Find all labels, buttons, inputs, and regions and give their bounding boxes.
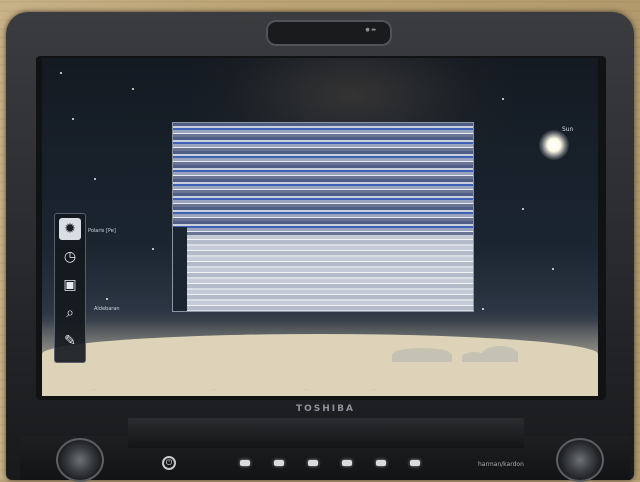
- status-text: …: [212, 386, 216, 391]
- star: [60, 72, 62, 74]
- star: [482, 308, 484, 310]
- sky-toolbar[interactable]: ✹ ◷ ▣ ⌕ ✎: [54, 213, 86, 363]
- star: [132, 88, 134, 90]
- star: [106, 298, 108, 300]
- media-button[interactable]: [410, 460, 420, 466]
- sky-icon[interactable]: ✹: [59, 218, 81, 240]
- corrupted-window: [172, 122, 474, 312]
- laptop-screen: Sun Polaris [Pe] Aldebaran ✹ ◷ ▣ ⌕ ✎ … ……: [42, 58, 598, 396]
- brand-logo: TOSHIBA: [296, 404, 355, 414]
- sky-object-label: Polaris [Pe]: [88, 228, 116, 234]
- tree-silhouette: [392, 348, 452, 362]
- media-button[interactable]: [274, 460, 284, 466]
- status-text: …: [372, 386, 376, 391]
- status-text: …: [304, 386, 308, 391]
- star: [152, 248, 154, 250]
- sun-label: Sun: [562, 126, 574, 133]
- tools-icon[interactable]: ✎: [59, 330, 81, 352]
- star: [502, 98, 504, 100]
- media-button[interactable]: [342, 460, 352, 466]
- star: [552, 268, 554, 270]
- star: [94, 178, 96, 180]
- ground-horizon: [42, 334, 598, 396]
- tree-silhouette: [482, 346, 518, 362]
- status-text: …: [92, 386, 96, 391]
- webcam-label: ● ▬: [365, 27, 376, 33]
- media-button[interactable]: [308, 460, 318, 466]
- left-speaker: [56, 438, 104, 482]
- webcam-bar: ● ▬: [266, 20, 392, 46]
- view-icon[interactable]: ▣: [59, 274, 81, 296]
- media-button[interactable]: [376, 460, 386, 466]
- sky-object-label: Aldebaran: [94, 306, 120, 312]
- power-button[interactable]: ⏻: [162, 456, 176, 470]
- media-button[interactable]: [240, 460, 250, 466]
- glitch-lower: [173, 235, 473, 311]
- star: [72, 118, 74, 120]
- glitch-stripes: [173, 123, 473, 235]
- speaker-brand-label: harman/kardon: [478, 461, 524, 468]
- sun: [539, 130, 569, 160]
- star: [522, 208, 524, 210]
- hinge: [128, 418, 524, 448]
- clock-icon[interactable]: ◷: [59, 246, 81, 268]
- right-speaker: [556, 438, 604, 482]
- search-icon[interactable]: ⌕: [59, 302, 81, 324]
- glitch-notch: [173, 227, 187, 311]
